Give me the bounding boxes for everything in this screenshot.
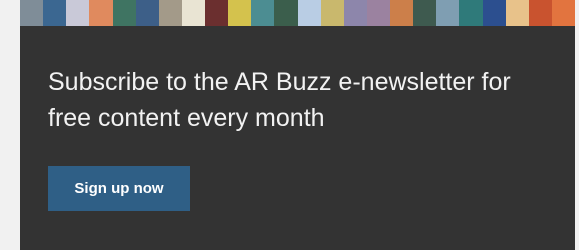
stripe-swatch: [436, 0, 460, 26]
newsletter-headline: Subscribe to the AR Buzz e-newsletter fo…: [48, 68, 511, 132]
stripe-swatch: [228, 0, 252, 26]
color-stripe: [20, 0, 575, 26]
stripe-swatch: [551, 0, 575, 26]
stripe-swatch: [366, 0, 390, 26]
stripe-swatch: [528, 0, 552, 26]
stripe-swatch: [413, 0, 437, 26]
stripe-swatch: [482, 0, 506, 26]
newsletter-card: Subscribe to the AR Buzz e-newsletter fo…: [20, 0, 575, 250]
sign-up-button[interactable]: Sign up now: [48, 166, 190, 211]
stripe-swatch: [181, 0, 205, 26]
stripe-swatch: [297, 0, 321, 26]
stripe-swatch: [505, 0, 529, 26]
stripe-swatch: [20, 0, 44, 26]
stripe-swatch: [89, 0, 113, 26]
stripe-swatch: [390, 0, 414, 26]
stripe-swatch: [112, 0, 136, 26]
stripe-swatch: [135, 0, 159, 26]
stripe-swatch: [343, 0, 367, 26]
stripe-swatch: [43, 0, 67, 26]
stripe-swatch: [274, 0, 298, 26]
stripe-swatch: [459, 0, 483, 26]
stripe-swatch: [205, 0, 229, 26]
stripe-swatch: [66, 0, 90, 26]
stripe-swatch: [158, 0, 182, 26]
stripe-swatch: [320, 0, 344, 26]
stripe-swatch: [251, 0, 275, 26]
